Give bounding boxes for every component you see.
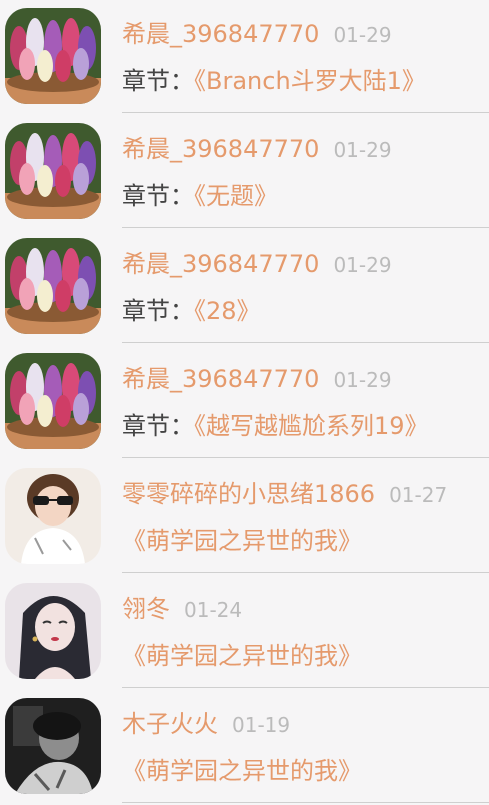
username[interactable]: 希晨_396847770 [122, 20, 319, 48]
chapter-link[interactable]: 《越写越尴尬系列19》 [194, 412, 429, 440]
username[interactable]: 希晨_396847770 [122, 135, 319, 163]
user-avatar[interactable] [5, 468, 101, 564]
comment-item[interactable]: 希晨_396847770 01-29 章节：《无题》 [0, 115, 489, 230]
chapter-prefix: 章节： [122, 412, 194, 440]
divider [122, 112, 489, 113]
comment-date: 01-29 [333, 138, 392, 162]
comment-meta: 翎冬 01-24 [122, 593, 242, 626]
chapter-link[interactable]: 《萌学园之异世的我》 [122, 642, 362, 670]
comment-date: 01-19 [232, 713, 291, 737]
comment-chapter-line: 《萌学园之异世的我》 [122, 639, 362, 673]
username[interactable]: 希晨_396847770 [122, 365, 319, 393]
dark-photo-avatar [5, 698, 101, 794]
comment-meta: 零零碎碎的小思绪1866 01-27 [122, 478, 447, 511]
comment-date: 01-29 [333, 253, 392, 277]
user-avatar[interactable] [5, 238, 101, 334]
username[interactable]: 木子火火 [122, 710, 218, 738]
comment-item[interactable]: 翎冬 01-24 《萌学园之异世的我》 [0, 575, 489, 690]
chapter-link[interactable]: 《28》 [194, 297, 261, 325]
comment-date: 01-27 [389, 483, 448, 507]
comment-meta: 希晨_396847770 01-29 [122, 248, 392, 281]
chapter-prefix: 章节： [122, 297, 194, 325]
hyacinth-flowers-avatar [5, 238, 101, 334]
comment-item[interactable]: 零零碎碎的小思绪1866 01-27 《萌学园之异世的我》 [0, 460, 489, 575]
user-avatar[interactable] [5, 8, 101, 104]
divider [122, 687, 489, 688]
comment-chapter-line: 《萌学园之异世的我》 [122, 754, 362, 788]
comment-meta: 希晨_396847770 01-29 [122, 363, 392, 396]
hyacinth-flowers-avatar [5, 8, 101, 104]
user-avatar[interactable] [5, 123, 101, 219]
divider [122, 227, 489, 228]
divider [122, 802, 489, 803]
user-avatar[interactable] [5, 583, 101, 679]
comment-date: 01-24 [184, 598, 243, 622]
divider [122, 457, 489, 458]
comment-chapter-line: 章节：《Branch斗罗大陆1》 [122, 64, 426, 98]
comment-meta: 希晨_396847770 01-29 [122, 133, 392, 166]
hyacinth-flowers-avatar [5, 353, 101, 449]
anime-girl-avatar [5, 583, 101, 679]
comment-chapter-line: 章节：《无题》 [122, 179, 278, 213]
comment-date: 01-29 [333, 368, 392, 392]
username[interactable]: 翎冬 [122, 595, 170, 623]
comment-list: 希晨_396847770 01-29 章节：《Branch斗罗大陆1》 希晨_3… [0, 0, 489, 803]
chapter-link[interactable]: 《Branch斗罗大陆1》 [194, 67, 426, 95]
comment-date: 01-29 [333, 23, 392, 47]
user-avatar[interactable] [5, 353, 101, 449]
hyacinth-flowers-avatar [5, 123, 101, 219]
comment-chapter-line: 章节：《28》 [122, 294, 261, 328]
comment-item[interactable]: 希晨_396847770 01-29 章节：《28》 [0, 230, 489, 345]
girl-sunglasses-avatar [5, 468, 101, 564]
comment-item[interactable]: 希晨_396847770 01-29 章节：《越写越尴尬系列19》 [0, 345, 489, 460]
divider [122, 572, 489, 573]
chapter-prefix: 章节： [122, 67, 194, 95]
comment-item[interactable]: 希晨_396847770 01-29 章节：《Branch斗罗大陆1》 [0, 0, 489, 115]
comment-chapter-line: 《萌学园之异世的我》 [122, 524, 362, 558]
chapter-link[interactable]: 《萌学园之异世的我》 [122, 757, 362, 785]
chapter-link[interactable]: 《萌学园之异世的我》 [122, 527, 362, 555]
username[interactable]: 希晨_396847770 [122, 250, 319, 278]
comment-item[interactable]: 木子火火 01-19 《萌学园之异世的我》 [0, 690, 489, 805]
user-avatar[interactable] [5, 698, 101, 794]
divider [122, 342, 489, 343]
chapter-link[interactable]: 《无题》 [194, 182, 278, 210]
chapter-prefix: 章节： [122, 182, 194, 210]
comment-meta: 希晨_396847770 01-29 [122, 18, 392, 51]
username[interactable]: 零零碎碎的小思绪1866 [122, 480, 375, 508]
comment-meta: 木子火火 01-19 [122, 708, 290, 741]
comment-chapter-line: 章节：《越写越尴尬系列19》 [122, 409, 429, 443]
